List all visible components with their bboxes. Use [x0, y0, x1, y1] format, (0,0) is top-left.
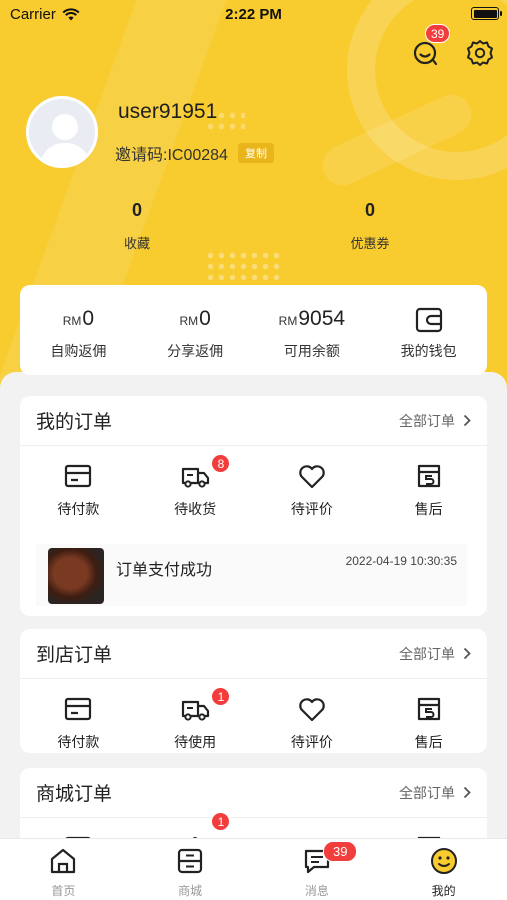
invite-code: 邀请码:IC00284 [115, 147, 228, 164]
truck-icon [182, 700, 210, 721]
wallet-label: 自购返佣 [50, 343, 107, 359]
amount: 9054 [298, 307, 346, 330]
currency-label: RM [278, 314, 298, 328]
wallet-icon [415, 307, 442, 333]
chevron-right-icon [463, 786, 471, 799]
message-button[interactable]: 39 [411, 24, 451, 68]
notification-text: 订单支付成功 [116, 562, 213, 579]
order-pending-delivery[interactable]: 待收货 8 [137, 446, 254, 526]
section-title: 我的订单 [36, 412, 113, 433]
wallet-self-commission[interactable]: RM0 自购返佣 [20, 285, 137, 375]
order-status-label: 待评价 [290, 734, 333, 750]
count-badge: 1 [211, 812, 231, 831]
stat-value: 0 [364, 200, 375, 220]
all-orders-link[interactable]: 全部订单 [399, 411, 471, 431]
order-status-label: 待付款 [57, 734, 100, 750]
stat-label: 优惠券 [350, 236, 390, 251]
store-orders-card: 到店订单 全部订单 待付款 待使用 1 待评价 售后 [20, 629, 487, 753]
wallet-balance[interactable]: RM9054 可用余额 [254, 285, 371, 375]
stat-coupons[interactable]: 0 优惠券 [310, 200, 430, 252]
gear-icon [467, 40, 493, 66]
chevron-right-icon [463, 414, 471, 427]
tab-label: 消息 [304, 884, 329, 898]
tab-bar: 首页 商城 消息 39 我的 [0, 838, 507, 900]
order-after-sale[interactable]: 售后 [370, 679, 487, 753]
wallet-label: 分享返佣 [167, 343, 224, 359]
wallet-label: 我的钱包 [400, 343, 457, 359]
order-status-label: 售后 [414, 734, 443, 750]
settings-button[interactable] [465, 38, 495, 68]
tab-messages[interactable]: 消息 39 [254, 839, 381, 900]
username: user91951 [118, 100, 218, 123]
smile-icon [430, 848, 457, 874]
avatar[interactable] [26, 96, 98, 168]
stat-label: 收藏 [123, 236, 150, 251]
invite-code-row: 邀请码:IC00284 复制 [115, 141, 274, 165]
clock: 2:22 PM [225, 6, 282, 23]
section-title: 到店订单 [36, 645, 113, 666]
order-notification[interactable]: 订单支付成功 2022-04-19 10:30:35 [36, 544, 467, 606]
order-pending-payment[interactable]: 待付款 [20, 679, 137, 753]
amount: 0 [199, 307, 211, 330]
home-icon [51, 848, 76, 874]
order-status-label: 待收货 [174, 501, 217, 517]
after-sale-icon [417, 464, 440, 488]
tab-mine[interactable]: 我的 [380, 839, 507, 900]
battery-icon [471, 7, 502, 20]
stat-favorites[interactable]: 0 收藏 [77, 200, 197, 252]
heart-icon [299, 698, 325, 722]
order-status-label: 待评价 [290, 501, 333, 517]
order-status-label: 待付款 [57, 501, 100, 517]
currency-label: RM [179, 314, 199, 328]
truck-icon [182, 467, 210, 488]
tab-mall[interactable]: 商城 [127, 839, 254, 900]
count-badge: 8 [211, 454, 231, 473]
stat-value: 0 [131, 200, 142, 220]
header-decoration [205, 250, 285, 280]
order-after-sale[interactable]: 售后 [370, 446, 487, 526]
order-pending-review[interactable]: 待评价 [254, 679, 371, 753]
order-status-label: 售后 [414, 501, 443, 517]
amount: 0 [82, 307, 95, 330]
order-pending-payment[interactable]: 待付款 [20, 446, 137, 526]
order-pending-review[interactable]: 待评价 [254, 446, 371, 526]
message-badge: 39 [425, 24, 451, 43]
wallet-share-commission[interactable]: RM0 分享返佣 [137, 285, 254, 375]
wallet-label: 可用余额 [283, 343, 340, 359]
count-badge: 1 [211, 687, 231, 706]
after-sale-icon [417, 697, 440, 721]
tab-label: 商城 [178, 884, 203, 898]
notification-time: 2022-04-19 10:30:35 [345, 554, 457, 568]
wallet-card: RM0 自购返佣 RM0 分享返佣 RM9054 可用余额 我的钱包 [20, 285, 487, 375]
tab-label: 我的 [431, 884, 456, 898]
tab-home[interactable]: 首页 [0, 839, 127, 900]
currency-label: RM [62, 314, 82, 328]
order-pending-use[interactable]: 待使用 1 [137, 679, 254, 753]
all-orders-link[interactable]: 全部订单 [399, 783, 471, 803]
tab-label: 首页 [51, 884, 76, 898]
section-title: 商城订单 [36, 784, 113, 805]
product-thumbnail [48, 548, 104, 604]
card-icon [65, 697, 92, 721]
mall-icon [178, 848, 203, 874]
order-status-label: 待使用 [174, 734, 217, 750]
chevron-right-icon [463, 647, 471, 660]
header-actions: 39 [411, 24, 495, 68]
card-icon [65, 464, 92, 488]
my-orders-card: 我的订单 全部订单 待付款 待收货 8 待评价 售后 订单支付成功 2022-0… [20, 396, 487, 616]
heart-icon [299, 465, 325, 489]
all-orders-link[interactable]: 全部订单 [399, 644, 471, 664]
my-wallet-button[interactable]: 我的钱包 [370, 285, 487, 375]
message-badge: 39 [323, 841, 358, 862]
copy-button[interactable]: 复制 [237, 143, 274, 163]
